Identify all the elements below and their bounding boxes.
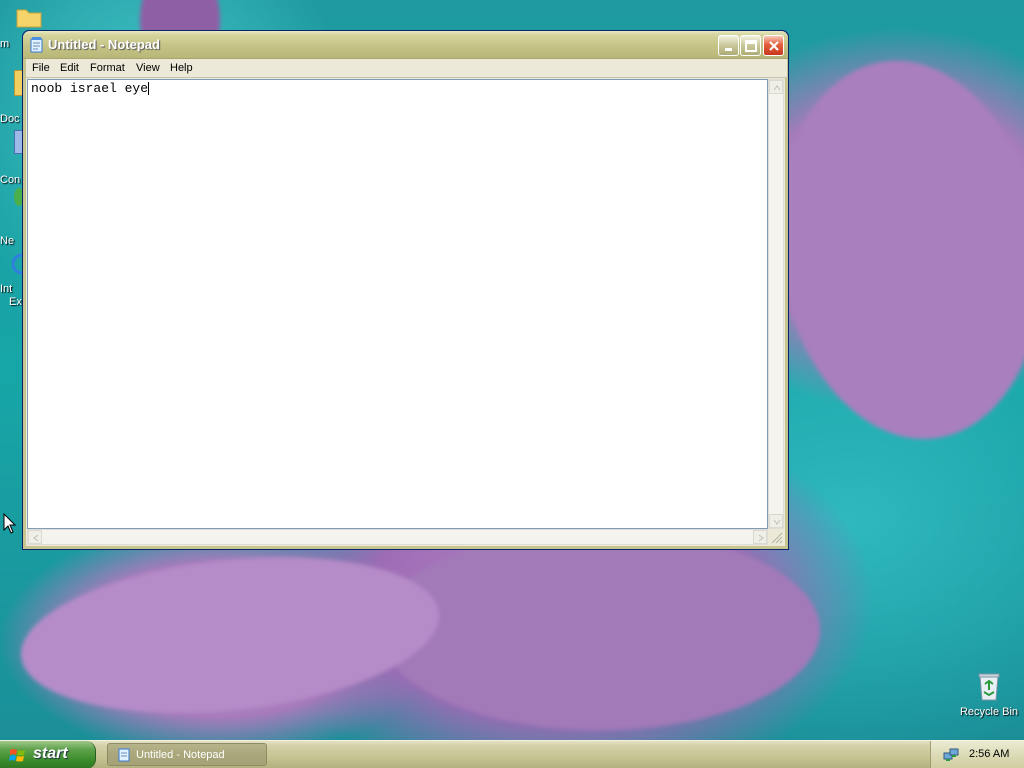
desktop-icon-label: m (0, 38, 10, 50)
desktop-icon-label: Ne (0, 235, 15, 247)
scroll-right-button[interactable] (753, 530, 767, 544)
menu-bar: File Edit Format View Help (26, 59, 787, 78)
vertical-scrollbar[interactable] (768, 79, 784, 529)
taskbar: start Untitled - Notepad 2:56 AM (0, 740, 1024, 768)
desktop-icon-label: Doc (0, 113, 20, 125)
close-icon (769, 41, 779, 51)
scroll-down-button[interactable] (769, 514, 783, 528)
desktop-icon-label: Int (0, 283, 13, 295)
notepad-window[interactable]: Untitled - Notepad File Edit Format View… (22, 30, 789, 550)
desktop-icon-label: Con (0, 174, 21, 186)
taskbar-item-notepad[interactable]: Untitled - Notepad (107, 743, 267, 766)
mouse-cursor-icon (3, 513, 17, 534)
scroll-left-button[interactable] (28, 530, 42, 544)
menu-file[interactable]: File (32, 62, 50, 74)
resize-grip-icon (771, 532, 783, 544)
resize-grip[interactable] (768, 529, 784, 545)
recycle-bin-icon (978, 673, 1000, 701)
system-tray: 2:56 AM (930, 741, 1024, 768)
text-editor-area[interactable]: noob israel eye (27, 79, 768, 529)
window-titlebar[interactable]: Untitled - Notepad (23, 31, 788, 59)
desktop-icon-my-documents-folder[interactable] (16, 6, 42, 28)
maximize-icon (745, 40, 757, 52)
wallpaper-petal (13, 538, 447, 732)
scroll-up-button[interactable] (769, 80, 783, 94)
start-button[interactable]: start (0, 741, 96, 768)
network-icon[interactable] (943, 747, 959, 763)
desktop-icon-recycle-bin[interactable]: Recycle Bin (954, 670, 1024, 718)
menu-edit[interactable]: Edit (60, 62, 79, 74)
wallpaper-petal (754, 43, 1024, 457)
text-caret (148, 82, 150, 96)
close-button[interactable] (763, 35, 784, 56)
arrow-down-icon (773, 519, 781, 525)
taskbar-item-label: Untitled - Notepad (136, 749, 225, 761)
system-clock[interactable]: 2:56 AM (969, 748, 1009, 760)
wallpaper-petal (380, 530, 820, 730)
notepad-icon (30, 37, 43, 53)
recycle-bin-label: Recycle Bin (959, 706, 1019, 718)
notepad-icon (118, 748, 130, 762)
menu-view[interactable]: View (136, 62, 160, 74)
horizontal-scrollbar[interactable] (27, 529, 768, 545)
editor-text: noob israel eye (31, 81, 150, 96)
folder-icon (16, 9, 42, 28)
menu-help[interactable]: Help (170, 62, 193, 74)
menu-format[interactable]: Format (90, 62, 125, 74)
minimize-button[interactable] (718, 35, 739, 56)
window-title: Untitled - Notepad (48, 37, 160, 52)
maximize-button[interactable] (740, 35, 761, 56)
start-label: start (33, 745, 68, 762)
arrow-up-icon (773, 85, 781, 91)
editor-content: noob israel eye (31, 81, 149, 96)
arrow-right-icon (758, 534, 764, 542)
arrow-left-icon (33, 534, 39, 542)
minimize-icon (725, 48, 732, 51)
windows-logo-icon (9, 749, 25, 762)
